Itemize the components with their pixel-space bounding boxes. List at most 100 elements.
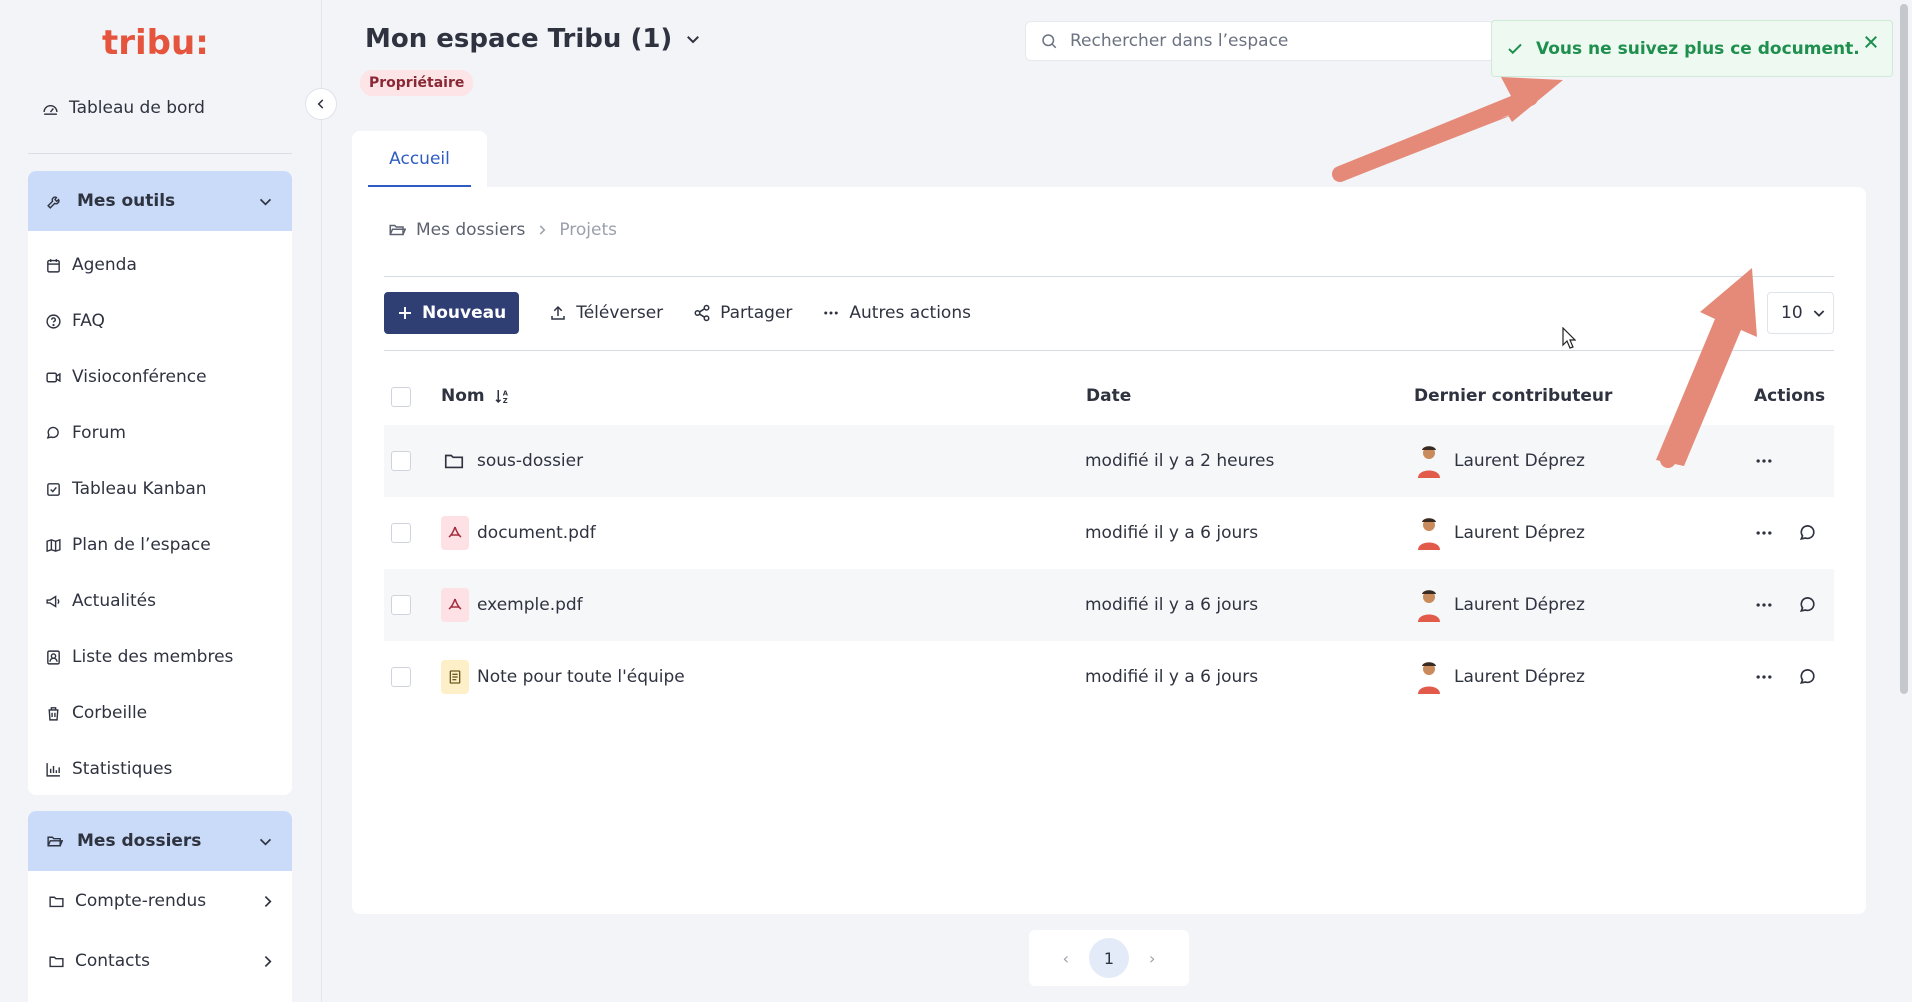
column-date-header: Date (1086, 386, 1132, 406)
active-tab-indicator (368, 185, 471, 187)
more-actions-button[interactable]: Autres actions (822, 303, 971, 323)
note-file-icon (441, 660, 469, 694)
close-icon[interactable] (1862, 33, 1880, 51)
sidebar-item-plan[interactable]: Plan de l’espace (28, 517, 292, 573)
sidebar-folder-contacts[interactable]: Contacts (28, 931, 292, 991)
row-comment-button[interactable] (1798, 641, 1818, 713)
share-button[interactable]: Partager (693, 303, 792, 323)
folders-section-header[interactable]: Mes dossiers (28, 811, 292, 871)
table-row[interactable]: Note pour toute l'équipe modifié il y a … (384, 641, 1834, 713)
search-input[interactable] (1070, 31, 1450, 51)
row-more-button[interactable] (1754, 497, 1774, 569)
sidebar-item-agenda[interactable]: Agenda (28, 237, 292, 293)
tribu-logo[interactable]: tribu: (102, 22, 222, 62)
share-icon (694, 304, 710, 322)
file-name[interactable]: Note pour toute l'équipe (477, 641, 685, 713)
sidebar-item-faq[interactable]: FAQ (28, 293, 292, 349)
sidebar-item-visio[interactable]: Visioconférence (28, 349, 292, 405)
file-name[interactable]: sous-dossier (477, 425, 583, 497)
comment-icon (1800, 525, 1815, 540)
sidebar-item-members[interactable]: Liste des membres (28, 629, 292, 685)
sidebar-divider (28, 153, 292, 154)
scrollbar-thumb[interactable] (1900, 4, 1908, 694)
row-checkbox[interactable] (391, 523, 411, 543)
sidebar-folder-compte-rendus[interactable]: Compte-rendus (28, 871, 292, 931)
comment-icon (1800, 597, 1815, 612)
row-comment-button[interactable] (1798, 497, 1818, 569)
chevron-right-icon (540, 225, 546, 235)
row-more-button[interactable] (1754, 425, 1774, 497)
search-box[interactable] (1025, 21, 1495, 61)
sidebar-item-dashboard[interactable]: Tableau de bord (42, 98, 205, 118)
sidebar-item-forum[interactable]: Forum (28, 405, 292, 461)
per-page-select[interactable]: 10 (1767, 292, 1834, 334)
dashboard-icon (43, 104, 58, 115)
sidebar-item-stats[interactable]: Statistiques (28, 741, 292, 797)
more-horizontal-icon (1756, 459, 1772, 463)
upload-icon (551, 305, 565, 320)
chevron-right-icon (264, 895, 272, 907)
folder-open-icon (47, 836, 63, 846)
sidebar-item-label: Tableau Kanban (72, 479, 207, 499)
space-selector[interactable]: Mon espace Tribu (1) (365, 24, 702, 54)
scrollbar[interactable] (1898, 0, 1910, 1002)
pagination-prev[interactable]: ‹ (1063, 949, 1069, 968)
kanban-icon (47, 482, 60, 496)
row-more-button[interactable] (1754, 569, 1774, 641)
tab-accueil[interactable]: Accueil (352, 131, 487, 187)
upload-button-label: Téléverser (576, 303, 664, 323)
calendar-icon (47, 258, 60, 273)
row-comment-button[interactable] (1798, 569, 1818, 641)
annotation-arrow-toast (1337, 77, 1563, 181)
row-checkbox[interactable] (391, 667, 411, 687)
sidebar-item-news[interactable]: Actualités (28, 573, 292, 629)
toast-notification: Vous ne suivez plus ce document. (1491, 20, 1893, 77)
sidebar-item-label: Statistiques (72, 759, 173, 779)
video-icon (46, 372, 61, 382)
sidebar: tribu: Tableau de bord Mes outils Agenda… (0, 0, 322, 1002)
sidebar-item-trash[interactable]: Corbeille (28, 685, 292, 741)
members-icon (47, 649, 60, 665)
sidebar-folder-label: Compte-rendus (75, 891, 207, 911)
file-name[interactable]: document.pdf (477, 497, 596, 569)
search-icon (1042, 34, 1057, 49)
sidebar-item-kanban[interactable]: Tableau Kanban (28, 461, 292, 517)
row-checkbox[interactable] (391, 451, 411, 471)
pagination-next[interactable]: › (1149, 949, 1155, 968)
sidebar-item-label: Visioconférence (72, 367, 207, 387)
avatar (1418, 590, 1440, 622)
file-date: modifié il y a 6 jours (1085, 667, 1259, 687)
folder-icon (444, 454, 464, 469)
select-all-checkbox[interactable] (391, 387, 411, 407)
plus-icon (399, 307, 411, 319)
table-row[interactable]: exemple.pdf modifié il y a 6 jours Laure… (384, 569, 1834, 641)
column-name-header[interactable]: Nom AZ (441, 376, 511, 416)
per-page-value: 10 (1781, 303, 1803, 323)
check-icon (1508, 43, 1522, 54)
svg-text:tribu:: tribu: (102, 23, 209, 62)
table-row[interactable]: sous-dossier modifié il y a 2 heures Lau… (384, 425, 1834, 497)
more-horizontal-icon (1756, 675, 1772, 679)
row-checkbox[interactable] (391, 595, 411, 615)
file-date: modifié il y a 6 jours (1085, 523, 1259, 543)
table-row[interactable]: document.pdf modifié il y a 6 jours Laur… (384, 497, 1834, 569)
tools-section-header[interactable]: Mes outils (28, 171, 292, 231)
sort-icon: AZ (495, 389, 508, 405)
new-button[interactable]: Nouveau (384, 292, 520, 334)
chevron-down-icon (1813, 310, 1824, 317)
folder-open-icon (389, 224, 406, 236)
megaphone-icon (46, 594, 60, 608)
contributor-name: Laurent Déprez (1454, 451, 1585, 471)
more-horizontal-icon (824, 311, 839, 315)
sidebar-item-label: Forum (72, 423, 126, 443)
upload-button[interactable]: Téléverser (549, 303, 663, 323)
breadcrumb-root[interactable]: Mes dossiers (416, 220, 525, 240)
breadcrumb: Mes dossiers Projets (388, 220, 617, 240)
comment-icon (1800, 669, 1815, 684)
page-button-current[interactable]: 1 (1089, 938, 1129, 978)
sidebar-collapse-button[interactable] (305, 88, 337, 120)
row-more-button[interactable] (1754, 641, 1774, 713)
file-name[interactable]: exemple.pdf (477, 569, 583, 641)
column-contributor-header: Dernier contributeur (1414, 386, 1613, 406)
divider (384, 276, 1834, 277)
